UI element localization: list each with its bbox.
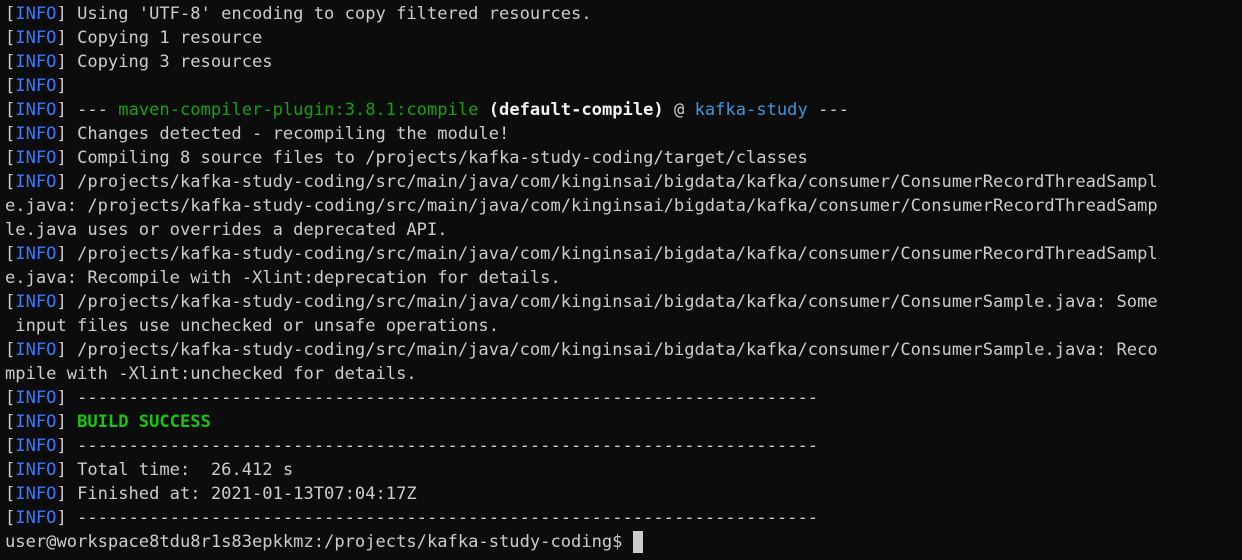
log-level-tag: INFO (15, 172, 57, 192)
log-line-wrap: e.java: Recompile with -Xlint:deprecatio… (5, 266, 1237, 290)
header-prefix: --- (77, 100, 119, 120)
log-line: [INFO] /projects/kafka-study-coding/src/… (5, 292, 1158, 312)
log-line: [INFO] /projects/kafka-study-coding/src/… (5, 244, 1158, 264)
log-line-finished-at: [INFO] Finished at: 2021-01-13T07:04:17Z (5, 484, 417, 504)
separator: ----------------------------------------… (77, 508, 819, 528)
log-line: [INFO] (5, 76, 67, 96)
log-line-separator: [INFO] ---------------------------------… (5, 388, 819, 408)
log-line-build-status: [INFO] BUILD SUCCESS (5, 412, 211, 432)
log-line: [INFO] /projects/kafka-study-coding/src/… (5, 340, 1158, 360)
log-message: Changes detected - recompiling the modul… (77, 124, 510, 144)
log-level-tag: INFO (15, 460, 57, 480)
log-level-tag: INFO (15, 508, 57, 528)
log-line-separator: [INFO] ---------------------------------… (5, 436, 819, 456)
execution-id: (default-compile) (488, 100, 664, 120)
total-time: Total time: 26.412 s (77, 460, 294, 480)
finished-at: Finished at: 2021-01-13T07:04:17Z (77, 484, 417, 504)
separator: ----------------------------------------… (77, 436, 819, 456)
log-line-wrap: mpile with -Xlint:unchecked for details. (5, 362, 1237, 386)
log-line-separator: [INFO] ---------------------------------… (5, 508, 819, 528)
log-message: e.java: Recompile with -Xlint:deprecatio… (5, 268, 561, 288)
log-level-tag: INFO (15, 28, 57, 48)
log-line: [INFO] Copying 1 resource (5, 28, 263, 48)
log-message: Using 'UTF-8' encoding to copy filtered … (77, 4, 592, 24)
log-level-tag: INFO (15, 100, 57, 120)
log-message: e.java: /projects/kafka-study-coding/src… (5, 196, 1158, 216)
log-level-tag: INFO (15, 148, 57, 168)
plugin-name: maven-compiler-plugin:3.8.1:compile (118, 100, 479, 120)
log-level-tag: INFO (15, 52, 57, 72)
log-message: input files use unchecked or unsafe oper… (5, 316, 499, 336)
shell-prompt: user@workspace8tdu8r1s83epkkmz:/projects… (5, 532, 623, 552)
log-level-tag: INFO (15, 436, 57, 456)
at-separator: @ (663, 100, 695, 120)
log-message: mpile with -Xlint:unchecked for details. (5, 364, 417, 384)
log-message: Copying 1 resource (77, 28, 263, 48)
log-message: Compiling 8 source files to /projects/ka… (77, 148, 808, 168)
terminal-window[interactable]: [INFO] Using 'UTF-8' encoding to copy fi… (0, 0, 1242, 560)
log-level-tag: INFO (15, 124, 57, 144)
log-level-tag: INFO (15, 244, 57, 264)
terminal-output: [INFO] Using 'UTF-8' encoding to copy fi… (5, 2, 1237, 554)
log-line: [INFO] Compiling 8 source files to /proj… (5, 148, 808, 168)
separator: ----------------------------------------… (77, 388, 819, 408)
log-level-tag: INFO (15, 4, 57, 24)
log-line: [INFO] Copying 3 resources (5, 52, 273, 72)
log-message: /projects/kafka-study-coding/src/main/ja… (77, 292, 1158, 312)
build-status: BUILD SUCCESS (77, 412, 211, 432)
log-message: Copying 3 resources (77, 52, 273, 72)
log-level-tag: INFO (15, 76, 57, 96)
log-level-tag: INFO (15, 292, 57, 312)
log-line-plugin-header: [INFO] --- maven-compiler-plugin:3.8.1:c… (5, 100, 849, 120)
command-prompt-line[interactable]: user@workspace8tdu8r1s83epkkmz:/projects… (5, 530, 1237, 554)
log-level-tag: INFO (15, 388, 57, 408)
log-message: /projects/kafka-study-coding/src/main/ja… (77, 244, 1158, 264)
log-message: /projects/kafka-study-coding/src/main/ja… (77, 340, 1158, 360)
log-line-total-time: [INFO] Total time: 26.412 s (5, 460, 294, 480)
text-cursor[interactable] (633, 531, 644, 553)
log-message: /projects/kafka-study-coding/src/main/ja… (77, 172, 1158, 192)
log-level-tag: INFO (15, 412, 57, 432)
log-line: [INFO] Using 'UTF-8' encoding to copy fi… (5, 4, 592, 24)
project-name: kafka-study (694, 100, 808, 120)
log-level-tag: INFO (15, 484, 57, 504)
log-line-wrap: e.java: /projects/kafka-study-coding/src… (5, 194, 1237, 218)
log-line-wrap: le.java uses or overrides a deprecated A… (5, 218, 1237, 242)
terminal-scrollbar[interactable] (1230, 0, 1242, 560)
log-line-wrap: input files use unchecked or unsafe oper… (5, 314, 1237, 338)
log-level-tag: INFO (15, 340, 57, 360)
log-line: [INFO] /projects/kafka-study-coding/src/… (5, 172, 1158, 192)
log-line: [INFO] Changes detected - recompiling th… (5, 124, 510, 144)
log-message: le.java uses or overrides a deprecated A… (5, 220, 448, 240)
header-suffix: --- (807, 100, 849, 120)
